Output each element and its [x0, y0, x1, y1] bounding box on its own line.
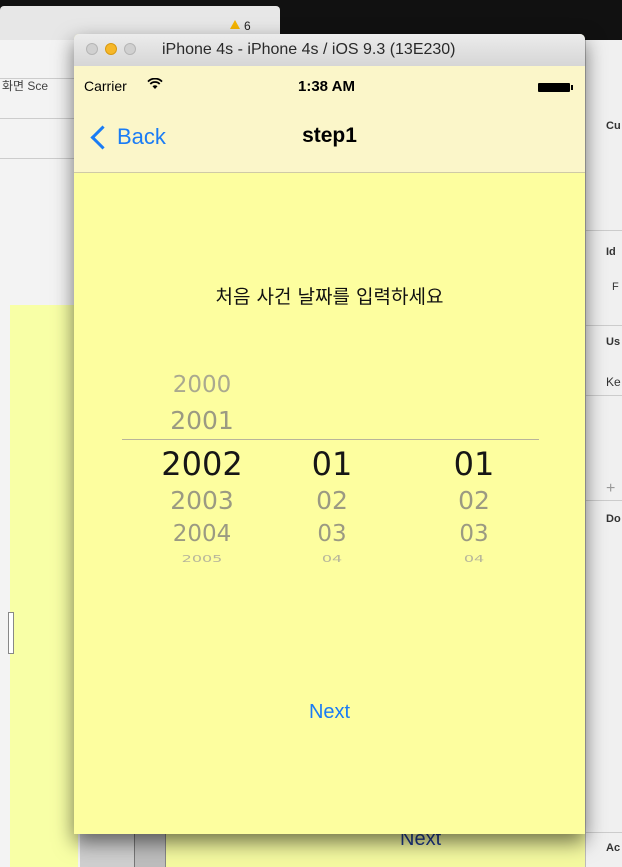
- picker-day-option[interactable]: 04: [429, 553, 519, 564]
- picker-day-option[interactable]: 02: [429, 486, 519, 515]
- inspector-label: Ac: [606, 842, 621, 854]
- inspector-label: Id: [606, 246, 616, 258]
- outline-divider: [0, 158, 80, 159]
- storyboard-scene-preview: [10, 305, 78, 867]
- close-button[interactable]: [86, 43, 98, 55]
- inspector-label: Cu: [606, 120, 621, 132]
- picker-selection-line: [122, 439, 539, 440]
- scene-label[interactable]: 화면 Sce: [2, 77, 48, 94]
- simulator-window: iPhone 4s - iPhone 4s / iOS 9.3 (13E230)…: [74, 34, 585, 834]
- carrier-label: Carrier: [84, 78, 127, 94]
- inspector-divider: [586, 832, 622, 833]
- picker-month-selected[interactable]: 01: [287, 445, 377, 483]
- picker-year-option[interactable]: 2003: [140, 486, 264, 515]
- picker-day-option[interactable]: 03: [429, 521, 519, 547]
- picker-year-option[interactable]: 2005: [140, 553, 264, 564]
- inspector-divider: [586, 230, 622, 231]
- next-button[interactable]: Next: [74, 701, 585, 724]
- inspector-label: Do: [606, 513, 621, 525]
- simulator-titlebar[interactable]: iPhone 4s - iPhone 4s / iOS 9.3 (13E230): [74, 34, 585, 67]
- inspector-divider: [586, 500, 622, 501]
- picker-day-selected[interactable]: 01: [429, 445, 519, 483]
- zoom-button[interactable]: [124, 43, 136, 55]
- battery-tip: [571, 85, 573, 90]
- outline-divider: [0, 118, 80, 119]
- inspector-divider: [586, 395, 622, 396]
- nav-title: step1: [302, 124, 357, 147]
- picker-year-option[interactable]: 2004: [140, 521, 264, 547]
- inspector-pane: [585, 40, 622, 867]
- resize-handle[interactable]: [8, 612, 14, 654]
- picker-month-option[interactable]: 03: [287, 521, 377, 547]
- minimize-button[interactable]: [105, 43, 117, 55]
- inspector-label: F: [612, 281, 619, 293]
- inspector-label: Us: [606, 336, 621, 348]
- picker-year-selected[interactable]: 2002: [140, 445, 264, 483]
- picker-year-option[interactable]: 2001: [140, 406, 264, 435]
- date-prompt: 처음 사건 날짜를 입력하세요: [215, 286, 444, 308]
- status-time: 1:38 AM: [298, 78, 355, 95]
- warning-count: 6: [244, 19, 251, 33]
- wifi-icon: [147, 77, 163, 93]
- inspector-divider: [586, 325, 622, 326]
- picker-month-option[interactable]: 04: [287, 553, 377, 564]
- battery-icon: [538, 83, 570, 92]
- add-icon[interactable]: +: [606, 480, 615, 498]
- simulator-title: iPhone 4s - iPhone 4s / iOS 9.3 (13E230): [162, 41, 456, 58]
- picker-year-option[interactable]: 2000: [140, 372, 264, 398]
- warning-icon[interactable]: [230, 20, 240, 29]
- inspector-label: Ke: [606, 375, 621, 389]
- picker-month-option[interactable]: 02: [287, 486, 377, 515]
